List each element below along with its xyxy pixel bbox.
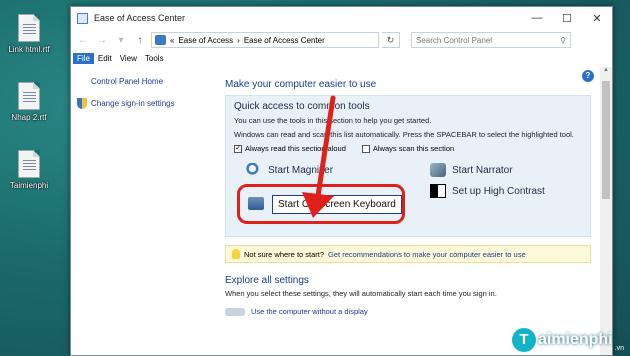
panel-text: Windows can read and scan this list auto… bbox=[234, 130, 574, 139]
watermark-logo: T bbox=[511, 328, 536, 352]
narrator-icon bbox=[430, 163, 446, 177]
breadcrumb-ease-of-access-center[interactable]: Ease of Access Center bbox=[244, 36, 325, 45]
sidebar: Control Panel Home Change sign-in settin… bbox=[71, 67, 219, 355]
content-area: Control Panel Home Change sign-in settin… bbox=[71, 67, 612, 355]
page-title: Make your computer easier to use bbox=[225, 79, 377, 90]
start-on-screen-keyboard-button[interactable]: Start On-Screen Keyboard bbox=[272, 195, 402, 214]
scrollbar-thumb[interactable] bbox=[602, 81, 610, 199]
menu-view[interactable]: View bbox=[116, 53, 141, 64]
tools-grid: Start Magnifier Start Narrator Set up Hi… bbox=[234, 163, 582, 224]
desktop-icon-label: Nhap 2.rtf bbox=[11, 113, 47, 122]
search-input[interactable]: Search Control Panel ⚲ bbox=[411, 32, 571, 48]
tip-text: Not sure where to start? bbox=[244, 249, 325, 259]
section-text: When you select these settings, they wil… bbox=[225, 289, 497, 298]
checkbox-label: Always scan this section bbox=[372, 144, 455, 153]
set-up-high-contrast-button[interactable]: Set up High Contrast bbox=[430, 184, 545, 198]
menu-bar: File Edit View Tools bbox=[71, 51, 612, 65]
rtf-file-icon bbox=[18, 150, 40, 178]
checkbox-unchecked[interactable] bbox=[361, 144, 370, 153]
quick-access-panel: Quick access to common tools You can use… bbox=[225, 95, 591, 237]
breadcrumb-separator-icon[interactable]: › bbox=[237, 36, 240, 45]
always-read-checkbox[interactable]: ✓ Always read this section aloud bbox=[234, 144, 346, 153]
checkbox-checked[interactable]: ✓ bbox=[234, 144, 242, 153]
menu-tools[interactable]: Tools bbox=[141, 53, 168, 64]
section-title: Explore all settings bbox=[225, 275, 309, 286]
sidebar-item-change-sign-in[interactable]: Change sign-in settings bbox=[77, 98, 219, 109]
maximize-button[interactable]: ☐ bbox=[552, 7, 582, 29]
forward-arrow-icon[interactable]: → bbox=[94, 32, 110, 48]
panel-title: Quick access to common tools bbox=[234, 101, 370, 112]
recommendations-link[interactable]: Get recommendations to make your compute… bbox=[328, 250, 526, 259]
explore-section: Explore all settings When you select the… bbox=[225, 275, 612, 316]
red-highlight-box: Start On-Screen Keyboard bbox=[237, 184, 405, 224]
desktop-icon-label: Taimienphi bbox=[9, 181, 49, 190]
checkbox-label: Always read this section aloud bbox=[245, 144, 346, 153]
scroll-up-icon[interactable]: ▲ bbox=[600, 67, 612, 77]
shield-icon bbox=[77, 98, 87, 109]
start-magnifier-button[interactable]: Start Magnifier bbox=[246, 163, 333, 177]
use-without-display-link[interactable]: Use the computer without a display bbox=[225, 307, 612, 316]
breadcrumb-ease-of-access[interactable]: Ease of Access bbox=[178, 36, 233, 45]
title-bar[interactable]: Ease of Access Center — ☐ ✕ bbox=[71, 7, 612, 29]
magnifier-icon bbox=[246, 163, 262, 177]
tool-label: Set up High Contrast bbox=[452, 185, 545, 197]
watermark-text: aimienphi bbox=[537, 331, 613, 348]
always-scan-checkbox[interactable]: Always scan this section bbox=[361, 144, 455, 153]
search-placeholder: Search Control Panel bbox=[416, 35, 493, 45]
keyboard-icon bbox=[248, 197, 264, 210]
breadcrumb-overflow[interactable]: « bbox=[170, 36, 174, 45]
minimize-button[interactable]: — bbox=[522, 7, 552, 29]
window-title: Ease of Access Center bbox=[94, 13, 186, 23]
recent-dropdown-icon[interactable]: ▾ bbox=[113, 32, 129, 48]
watermark-suffix: .vn bbox=[614, 344, 624, 352]
sidebar-item-control-panel-home[interactable]: Control Panel Home bbox=[91, 77, 219, 86]
high-contrast-icon bbox=[430, 184, 446, 198]
sidebar-item-label: Change sign-in settings bbox=[91, 99, 175, 108]
control-panel-icon bbox=[77, 12, 88, 24]
panel-text: You can use the tools in this section to… bbox=[234, 116, 432, 125]
display-icon bbox=[225, 307, 245, 316]
tool-label: Start Magnifier bbox=[268, 164, 334, 176]
recommendation-banner: Not sure where to start? Get recommendat… bbox=[225, 245, 591, 263]
up-arrow-icon[interactable]: ↑ bbox=[132, 32, 148, 48]
address-bar-row: ← → ▾ ↑ « Ease of Access › Ease of Acces… bbox=[71, 29, 612, 51]
back-arrow-icon[interactable]: ← bbox=[75, 32, 91, 48]
search-icon: ⚲ bbox=[560, 35, 566, 45]
link-label: Use the computer without a display bbox=[251, 307, 368, 316]
control-panel-icon bbox=[155, 35, 166, 45]
tool-label: Start Narrator bbox=[452, 164, 513, 176]
refresh-icon[interactable]: ↻ bbox=[382, 32, 400, 48]
vertical-scrollbar[interactable]: ▲ bbox=[600, 67, 612, 355]
taimienphi-watermark: T aimienphi .vn bbox=[511, 328, 624, 352]
rtf-file-icon bbox=[18, 14, 40, 42]
breadcrumb[interactable]: « Ease of Access › Ease of Access Center bbox=[151, 32, 379, 48]
desktop-icon-taimienphi[interactable]: Taimienphi bbox=[0, 150, 58, 190]
rtf-file-icon bbox=[18, 82, 40, 110]
desktop-icon-label: Link html.rtf bbox=[8, 45, 50, 54]
menu-edit[interactable]: Edit bbox=[94, 53, 116, 64]
menu-file[interactable]: File bbox=[73, 52, 94, 64]
start-narrator-button[interactable]: Start Narrator bbox=[430, 163, 513, 177]
help-icon[interactable]: ? bbox=[582, 70, 594, 82]
ease-of-access-window: Ease of Access Center — ☐ ✕ ← → ▾ ↑ « Ea… bbox=[70, 6, 613, 356]
lightbulb-icon bbox=[232, 249, 240, 259]
main-pane: Make your computer easier to use Quick a… bbox=[219, 67, 612, 355]
desktop-icon-nhap-2[interactable]: Nhap 2.rtf bbox=[0, 82, 58, 122]
checkbox-row: ✓ Always read this section aloud Always … bbox=[234, 144, 582, 153]
close-button[interactable]: ✕ bbox=[582, 7, 612, 29]
desktop-icon-link-html[interactable]: Link html.rtf bbox=[0, 14, 58, 54]
